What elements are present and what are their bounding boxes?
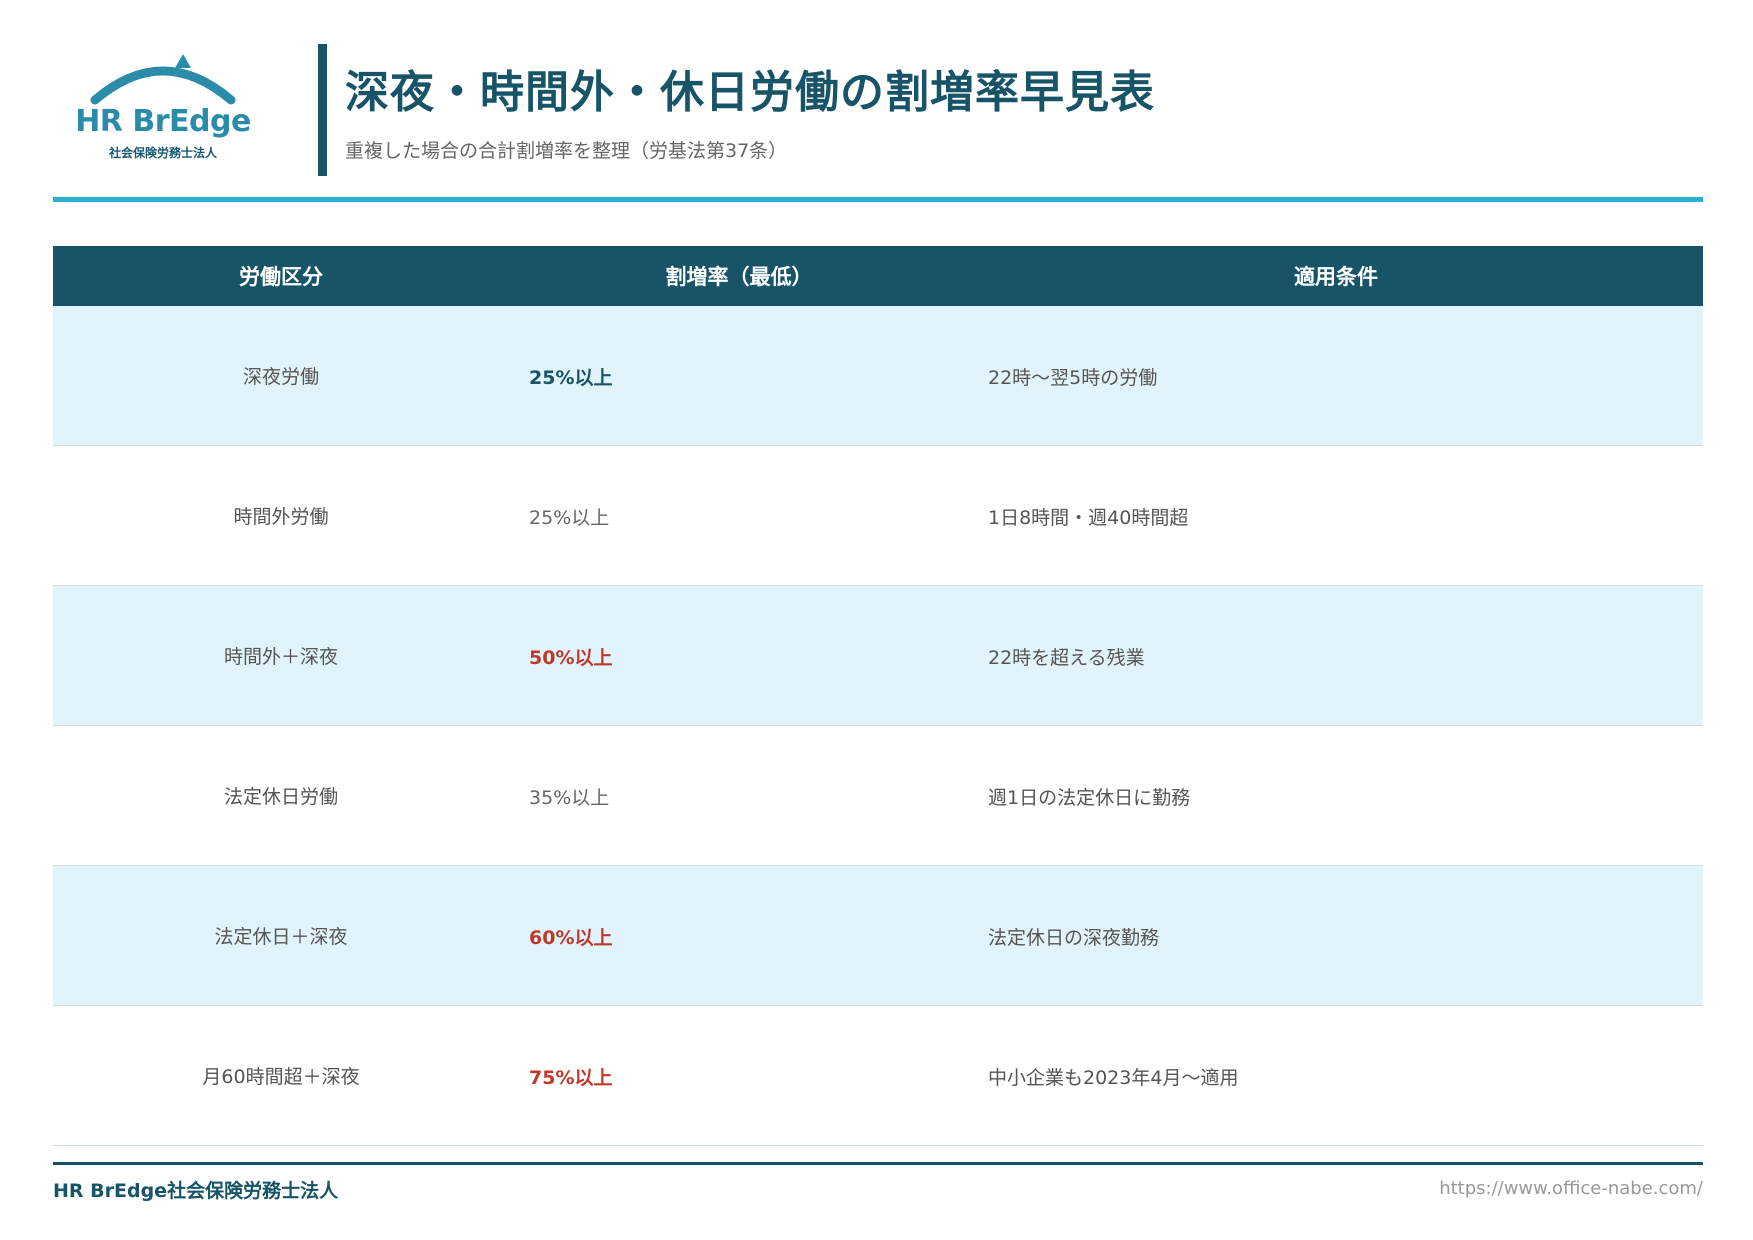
cell-category: 法定休日＋深夜 — [214, 926, 348, 948]
cell-rate: 50%以上 — [529, 646, 613, 669]
cell-condition: 週1日の法定休日に勤務 — [988, 786, 1191, 809]
table-row: 法定休日＋深夜 60%以上 法定休日の深夜勤務 — [53, 866, 1703, 1006]
logo-subtext: 社会保険労務士法人 — [108, 146, 217, 160]
cell-rate: 25%以上 — [529, 366, 613, 389]
cell-condition: 法定休日の深夜勤務 — [988, 926, 1160, 949]
page-subtitle: 重複した場合の合計割増率を整理（労基法第37条） — [345, 140, 788, 162]
cell-rate: 25%以上 — [529, 506, 610, 529]
footer-url[interactable]: https://www.office-nabe.com/ — [1439, 1178, 1703, 1199]
page-header: HR BrEdge 社会保険労務士法人 深夜・時間外・休日労働の割増率早見表 重… — [53, 40, 1703, 190]
footer-divider — [53, 1162, 1703, 1165]
cell-category: 時間外労働 — [233, 506, 329, 528]
company-logo: HR BrEdge 社会保険労務士法人 — [73, 48, 253, 160]
table-row: 時間外＋深夜 50%以上 22時を超える残業 — [53, 586, 1703, 726]
page-title: 深夜・時間外・休日労働の割増率早見表 — [345, 67, 1155, 118]
cell-condition: 22時〜翌5時の労働 — [988, 366, 1158, 389]
header-divider — [53, 197, 1703, 202]
cell-rate: 35%以上 — [529, 786, 610, 809]
title-accent-bar — [318, 44, 327, 176]
table-row: 深夜労働 25%以上 22時〜翌5時の労働 — [53, 306, 1703, 446]
cell-category: 月60時間超＋深夜 — [202, 1066, 360, 1088]
header-category: 労働区分 — [239, 265, 323, 289]
table-header: 労働区分 割増率（最低） 適用条件 — [53, 246, 1703, 306]
cell-condition: 22時を超える残業 — [988, 646, 1145, 669]
table-row: 時間外労働 25%以上 1日8時間・週40時間超 — [53, 446, 1703, 586]
table-row: 月60時間超＋深夜 75%以上 中小企業も2023年4月〜適用 — [53, 1006, 1703, 1146]
logo-text: HR BrEdge — [75, 104, 251, 139]
cell-rate: 60%以上 — [529, 926, 613, 949]
cell-condition: 中小企業も2023年4月〜適用 — [988, 1066, 1239, 1089]
footer-org: HR BrEdge社会保険労務士法人 — [53, 1180, 339, 1202]
cell-category: 深夜労働 — [242, 366, 319, 388]
cell-rate: 75%以上 — [529, 1066, 613, 1089]
bridge-arc-icon — [90, 54, 236, 105]
cell-category: 法定休日労働 — [223, 786, 338, 808]
table-row: 法定休日労働 35%以上 週1日の法定休日に勤務 — [53, 726, 1703, 866]
header-condition: 適用条件 — [1294, 265, 1378, 289]
premium-rate-table: 労働区分 割増率（最低） 適用条件 深夜労働 25%以上 22時〜翌5時の労働時間外… — [53, 246, 1703, 1146]
cell-condition: 1日8時間・週40時間超 — [988, 506, 1189, 529]
cell-category: 時間外＋深夜 — [223, 646, 338, 668]
header-rate: 割増率（最低） — [665, 265, 813, 289]
